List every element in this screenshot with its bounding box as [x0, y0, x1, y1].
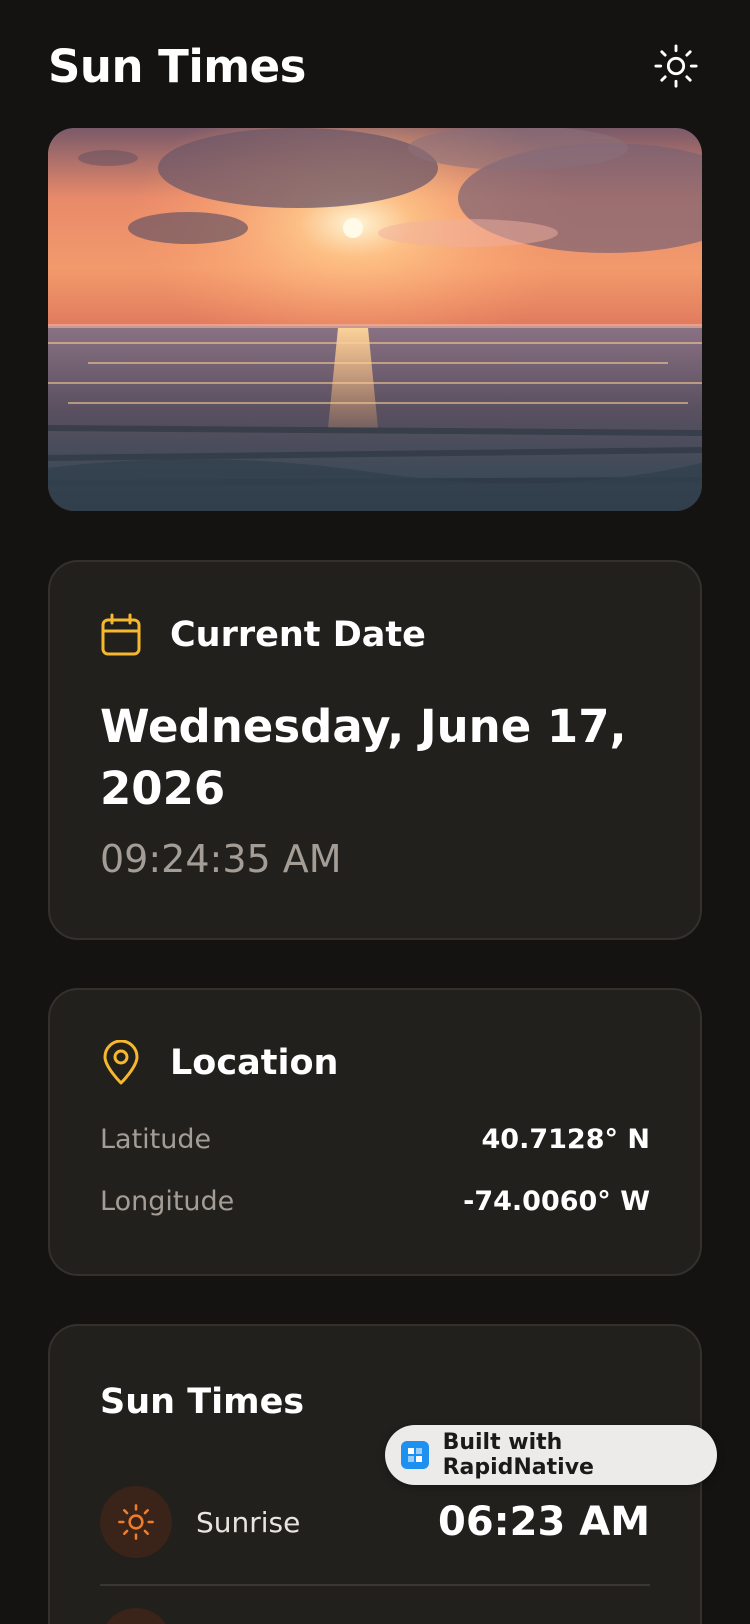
- location-title: Location: [170, 1043, 339, 1083]
- theme-toggle-button[interactable]: [650, 40, 702, 92]
- latitude-value: 40.7128° N: [481, 1124, 650, 1155]
- sunrise-row: Sunrise 06:23 AM: [100, 1486, 650, 1558]
- current-date-header: Current Date: [100, 613, 426, 656]
- longitude-row: Longitude -74.0060° W: [100, 1186, 650, 1217]
- sun-icon: [654, 44, 698, 88]
- current-date-value: Wednesday, June 17, 2026: [100, 700, 627, 815]
- location-header: Location: [100, 1040, 339, 1085]
- app-screen: Sun Times Current Date Wednesday, June 1…: [0, 0, 750, 1624]
- location-card: Location Latitude 40.7128° N Longitude -…: [48, 988, 702, 1276]
- badge-text: Built with RapidNative: [442, 1430, 594, 1480]
- sunrise-icon: [100, 1486, 172, 1558]
- current-date-title: Current Date: [170, 615, 426, 655]
- sunrise-label: Sunrise: [196, 1505, 301, 1539]
- hero-image: [48, 128, 702, 511]
- longitude-label: Longitude: [100, 1186, 235, 1217]
- header: Sun Times: [48, 30, 702, 102]
- map-pin-icon: [100, 1040, 142, 1085]
- current-date-card: Current Date Wednesday, June 17, 2026 09…: [48, 560, 702, 940]
- sunrise-time: 06:23 AM: [437, 1499, 650, 1545]
- page-title: Sun Times: [48, 39, 306, 93]
- rapidnative-logo-icon: [401, 1441, 429, 1469]
- calendar-icon: [100, 613, 142, 656]
- latitude-row: Latitude 40.7128° N: [100, 1124, 650, 1155]
- built-with-badge[interactable]: Built with RapidNative: [385, 1425, 717, 1485]
- longitude-value: -74.0060° W: [463, 1186, 650, 1217]
- divider: [100, 1584, 650, 1586]
- sun-times-title: Sun Times: [100, 1382, 305, 1422]
- next-sun-time-icon: [100, 1608, 172, 1624]
- current-time-value: 09:24:35 AM: [100, 837, 342, 881]
- latitude-label: Latitude: [100, 1124, 212, 1155]
